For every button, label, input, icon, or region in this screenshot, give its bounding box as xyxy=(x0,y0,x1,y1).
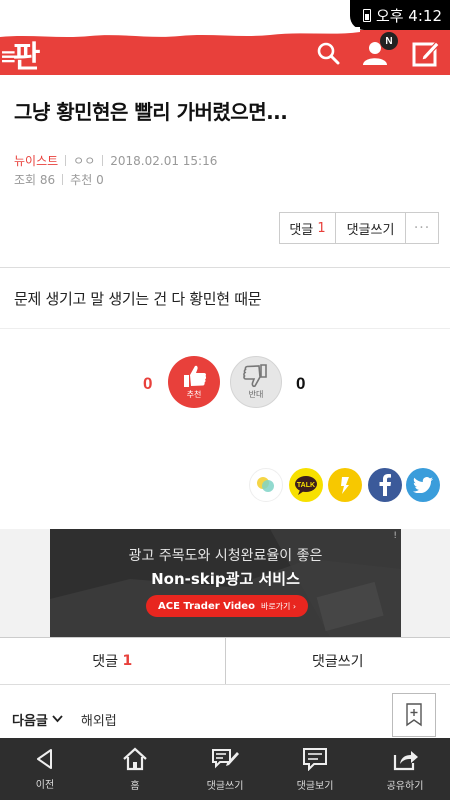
next-article-row[interactable]: 다음글 해외럽 xyxy=(0,700,450,738)
article-stats: 조회 86 추천 0 xyxy=(14,171,104,188)
downvote-count: 0 xyxy=(296,374,306,393)
logo[interactable]: ≡판 xyxy=(0,32,40,76)
nav-share[interactable]: 공유하기 xyxy=(360,738,450,800)
write-comment-button[interactable]: 댓글쓰기 xyxy=(336,213,406,243)
nav-home[interactable]: 홈 xyxy=(90,738,180,800)
write-comment-bar-button[interactable]: 댓글쓰기 xyxy=(226,638,450,684)
divider xyxy=(0,267,450,268)
comments-button-label: 댓글 xyxy=(289,222,314,238)
comment-bar: 댓글 1 댓글쓰기 xyxy=(0,637,450,685)
status-time: 오후 4:12 xyxy=(375,6,442,25)
twitter-icon[interactable] xyxy=(406,468,440,502)
notification-badge: N xyxy=(380,32,398,50)
write-comment-icon xyxy=(212,748,239,768)
bookmark-add-icon xyxy=(406,703,422,727)
ad-cta-button[interactable]: ACE Trader Video 바로가기 › xyxy=(146,595,309,617)
nav-back[interactable]: 이전 xyxy=(0,738,90,800)
article-action-group: 댓글 1 댓글쓰기 ··· xyxy=(279,212,439,244)
ad-cta-label: 바로가기 › xyxy=(260,601,297,611)
thumbs-down-icon xyxy=(243,364,267,388)
nav-home-label: 홈 xyxy=(130,780,140,792)
ad-info-icon[interactable]: ! xyxy=(393,531,397,541)
search-icon[interactable] xyxy=(313,38,343,68)
kakaotalk-text: TALK xyxy=(297,482,315,489)
back-arrow-icon xyxy=(37,748,52,769)
article-author: ㅇㅇ xyxy=(73,154,96,168)
status-bar: 오후 4:12 xyxy=(0,0,450,30)
downvote-label: 반대 xyxy=(248,390,264,399)
meta-divider xyxy=(62,174,64,185)
kakaostory-icon[interactable] xyxy=(328,468,362,502)
share-app-icon[interactable] xyxy=(249,468,283,502)
recommend-count: 추천 0 xyxy=(70,173,104,187)
view-comments-count: 1 xyxy=(122,653,133,669)
article-body: 문제 생기고 말 생기는 건 다 황민현 때문 xyxy=(14,290,262,308)
ad-headline: 광고 주목도와 시청완료율이 좋은 xyxy=(128,548,323,564)
next-article-label: 다음글 xyxy=(12,713,48,729)
header-torn-edge xyxy=(0,27,360,37)
meta-divider xyxy=(65,155,67,166)
nav-view-comments-label: 댓글보기 xyxy=(296,780,334,792)
status-pill: 오후 4:12 xyxy=(350,0,450,30)
ad-subheadline: Non-skip광고 서비스 xyxy=(151,570,300,588)
kakaotalk-icon[interactable]: TALK xyxy=(289,468,323,502)
article-meta: 뉴이스트 ㅇㅇ 2018.02.01 15:16 xyxy=(14,152,217,169)
meta-divider xyxy=(102,155,104,166)
facebook-icon[interactable] xyxy=(368,468,402,502)
article-datetime: 2018.02.01 15:16 xyxy=(110,153,218,168)
nav-write-comment-label: 댓글쓰기 xyxy=(206,780,244,792)
view-comments-label: 댓글 xyxy=(92,654,119,670)
downvote-button[interactable]: 반대 xyxy=(230,356,282,408)
more-icon: ··· xyxy=(413,220,431,236)
bottom-nav: 이전 홈 댓글쓰기 댓글보기 공유하기 xyxy=(0,738,450,800)
battery-icon xyxy=(362,8,371,22)
divider xyxy=(0,328,450,329)
home-icon xyxy=(123,747,147,770)
upvote-label: 추천 xyxy=(186,390,202,399)
nav-share-label: 공유하기 xyxy=(386,780,424,792)
write-comment-bar-label: 댓글쓰기 xyxy=(311,654,364,670)
write-post-icon[interactable] xyxy=(411,38,441,68)
share-icon xyxy=(393,750,418,770)
write-comment-button-label: 댓글쓰기 xyxy=(346,222,395,238)
ad-banner[interactable]: 광고 주목도와 시청완료율이 좋은 Non-skip광고 서비스 ACE Tra… xyxy=(50,529,401,637)
article-title: 그냥 황민현은 빨리 가버렸으면... xyxy=(14,100,288,124)
my-account-icon[interactable]: N xyxy=(360,32,398,68)
upvote-button[interactable]: 추천 xyxy=(168,356,220,408)
comments-button-count: 1 xyxy=(317,220,326,236)
article-source-link[interactable]: 뉴이스트 xyxy=(14,152,58,169)
view-comments-icon xyxy=(303,747,327,771)
nav-write-comment[interactable]: 댓글쓰기 xyxy=(180,738,270,800)
nav-back-label: 이전 xyxy=(35,779,55,791)
comments-button[interactable]: 댓글 1 xyxy=(280,213,336,243)
view-comments-button[interactable]: 댓글 1 xyxy=(0,638,226,684)
nav-view-comments[interactable]: 댓글보기 xyxy=(270,738,360,800)
next-article-title[interactable]: 해외럽 xyxy=(81,710,117,729)
upvote-count: 0 xyxy=(143,374,153,393)
ad-brand: ACE Trader Video xyxy=(158,600,255,612)
chevron-down-icon xyxy=(52,715,63,723)
more-options-button[interactable]: ··· xyxy=(406,213,438,243)
view-count: 조회 86 xyxy=(14,173,56,187)
bookmark-button[interactable] xyxy=(392,693,436,737)
next-article-toggle[interactable]: 다음글 xyxy=(12,710,63,729)
thumbs-up-icon xyxy=(184,365,207,387)
